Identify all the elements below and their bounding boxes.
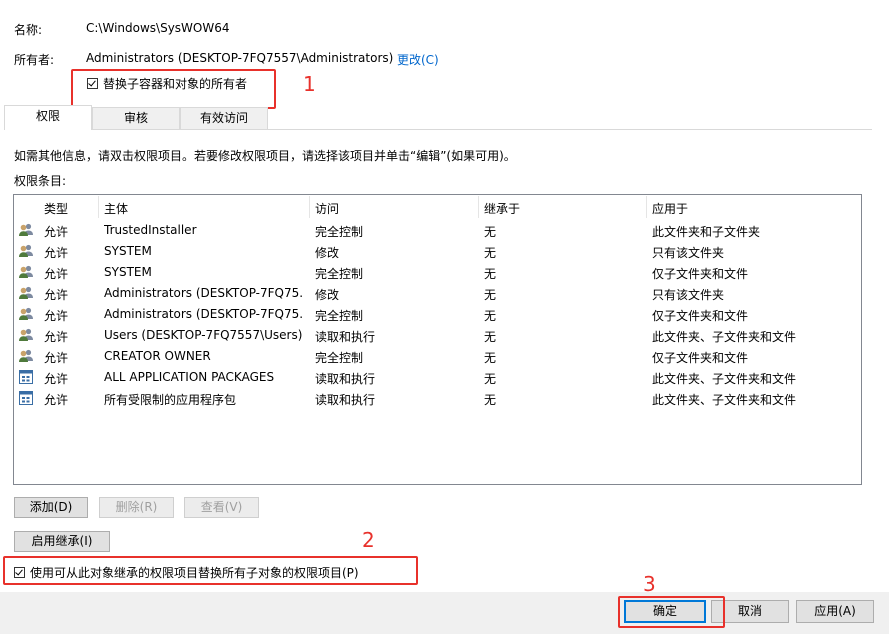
table-row[interactable]: 允许 所有受限制的应用程序包 读取和执行 无 此文件夹、子文件夹和文件 <box>14 388 861 409</box>
cell-principal: Administrators (DESKTOP-7FQ75... <box>104 286 304 300</box>
cell-access: 完全控制 <box>315 267 364 281</box>
cell-applies: 仅子文件夹和文件 <box>652 351 749 365</box>
list-header: 类型 主体 访问 继承于 应用于 <box>14 195 861 219</box>
user-group-icon <box>18 222 34 238</box>
cell-type: 允许 <box>44 393 69 407</box>
cell-principal: Users (DESKTOP-7FQ7557\Users) <box>104 328 303 342</box>
cell-inherited: 无 <box>484 309 497 323</box>
annotation-box-3 <box>618 596 725 628</box>
tab-auditing[interactable]: 审核 <box>92 107 180 129</box>
user-group-icon <box>18 348 34 364</box>
cell-type: 允许 <box>44 309 69 323</box>
cell-inherited: 无 <box>484 246 497 260</box>
add-button[interactable]: 添加(D) <box>14 497 88 518</box>
cell-type: 允许 <box>44 351 69 365</box>
enable-inheritance-button[interactable]: 启用继承(I) <box>14 531 110 552</box>
table-row[interactable]: 允许 SYSTEM 完全控制 无 仅子文件夹和文件 <box>14 262 861 283</box>
cell-access: 完全控制 <box>315 351 364 365</box>
permission-entries-label: 权限条目: <box>14 174 67 188</box>
column-access[interactable]: 访问 <box>315 200 339 217</box>
tab-permissions[interactable]: 权限 <box>4 105 92 130</box>
owner-value: Administrators (DESKTOP-7FQ7557\Administ… <box>86 51 394 65</box>
cell-access: 完全控制 <box>315 309 364 323</box>
column-type[interactable]: 类型 <box>44 200 68 217</box>
table-row[interactable]: 允许 Users (DESKTOP-7FQ7557\Users) 读取和执行 无 此文件… <box>14 325 861 346</box>
cell-inherited: 无 <box>484 351 497 365</box>
cell-applies: 仅子文件夹和文件 <box>652 267 749 281</box>
table-row[interactable]: 允许 ALL APPLICATION PACKAGES 读取和执行 无 此文件夹、子文件… <box>14 367 861 388</box>
remove-button[interactable]: 删除(R) <box>99 497 174 518</box>
cell-type: 允许 <box>44 372 69 386</box>
cell-principal: SYSTEM <box>104 244 152 258</box>
apply-button[interactable]: 应用(A) <box>796 600 874 623</box>
app-package-icon <box>18 390 34 406</box>
cell-type: 允许 <box>44 225 69 239</box>
cell-access: 修改 <box>315 288 340 302</box>
info-text: 如需其他信息，请双击权限项目。若要修改权限项目，请选择该项目并单击“编辑”(如果… <box>14 149 516 163</box>
cell-inherited: 无 <box>484 393 497 407</box>
view-button[interactable]: 查看(V) <box>184 497 259 518</box>
cell-inherited: 无 <box>484 372 497 386</box>
cell-type: 允许 <box>44 288 69 302</box>
cell-applies: 只有该文件夹 <box>652 288 725 302</box>
user-group-icon <box>18 264 34 280</box>
change-owner-link[interactable]: 更改(C) <box>397 51 439 68</box>
cell-principal: 所有受限制的应用程序包 <box>104 393 237 407</box>
cell-inherited: 无 <box>484 225 497 239</box>
name-label: 名称: <box>14 23 43 37</box>
column-separator <box>646 196 647 218</box>
tab-divider <box>4 129 872 130</box>
tab-effective-access[interactable]: 有效访问 <box>180 107 268 129</box>
permission-entries-list[interactable]: 类型 主体 访问 继承于 应用于 允许 TrustedInstaller 完全控制无… <box>13 194 862 485</box>
cell-inherited: 无 <box>484 288 497 302</box>
cell-principal: Administrators (DESKTOP-7FQ75... <box>104 307 304 321</box>
column-applies-to[interactable]: 应用于 <box>652 200 688 217</box>
cell-type: 允许 <box>44 330 69 344</box>
cell-applies: 此文件夹、子文件夹和文件 <box>652 393 797 407</box>
cell-principal: SYSTEM <box>104 265 152 279</box>
annotation-number-1: 1 <box>303 72 316 96</box>
app-package-icon <box>18 369 34 385</box>
cell-type: 允许 <box>44 246 69 260</box>
cell-access: 修改 <box>315 246 340 260</box>
owner-label: 所有者: <box>14 53 55 67</box>
annotation-box-1 <box>71 69 276 109</box>
cell-applies: 此文件夹、子文件夹和文件 <box>652 372 797 386</box>
column-separator <box>309 196 310 218</box>
cell-principal: TrustedInstaller <box>104 223 197 237</box>
user-group-icon <box>18 243 34 259</box>
column-separator <box>478 196 479 218</box>
table-row[interactable]: 允许 CREATOR OWNER 完全控制 无 仅子文件夹和文件 <box>14 346 861 367</box>
user-group-icon <box>18 306 34 322</box>
object-name-value: C:\Windows\SysWOW64 <box>86 21 230 35</box>
cell-applies: 此文件夹、子文件夹和文件 <box>652 330 797 344</box>
column-separator <box>98 196 99 218</box>
annotation-number-3: 3 <box>643 572 656 596</box>
column-inherited-from[interactable]: 继承于 <box>484 200 520 217</box>
table-row[interactable]: 允许 Administrators (DESKTOP-7FQ75... 完全控制 无 仅… <box>14 304 861 325</box>
cell-access: 读取和执行 <box>315 330 376 344</box>
cell-access: 完全控制 <box>315 225 364 239</box>
cell-applies: 此文件夹和子文件夹 <box>652 225 761 239</box>
user-group-icon <box>18 327 34 343</box>
cell-applies: 仅子文件夹和文件 <box>652 309 749 323</box>
annotation-number-2: 2 <box>362 528 375 552</box>
annotation-box-2 <box>3 556 418 585</box>
cell-principal: ALL APPLICATION PACKAGES <box>104 370 275 384</box>
cell-access: 读取和执行 <box>315 372 376 386</box>
cell-access: 读取和执行 <box>315 393 376 407</box>
cell-inherited: 无 <box>484 267 497 281</box>
cell-inherited: 无 <box>484 330 497 344</box>
column-principal[interactable]: 主体 <box>104 200 128 217</box>
cell-type: 允许 <box>44 267 69 281</box>
table-row[interactable]: 允许 TrustedInstaller 完全控制 无 此文件夹和子文件夹 <box>14 220 861 241</box>
table-row[interactable]: 允许 Administrators (DESKTOP-7FQ75... 修改 无 只有该… <box>14 283 861 304</box>
user-group-icon <box>18 285 34 301</box>
cell-applies: 只有该文件夹 <box>652 246 725 260</box>
table-row[interactable]: 允许 SYSTEM 修改 无 只有该文件夹 <box>14 241 861 262</box>
cell-principal: CREATOR OWNER <box>104 349 211 363</box>
